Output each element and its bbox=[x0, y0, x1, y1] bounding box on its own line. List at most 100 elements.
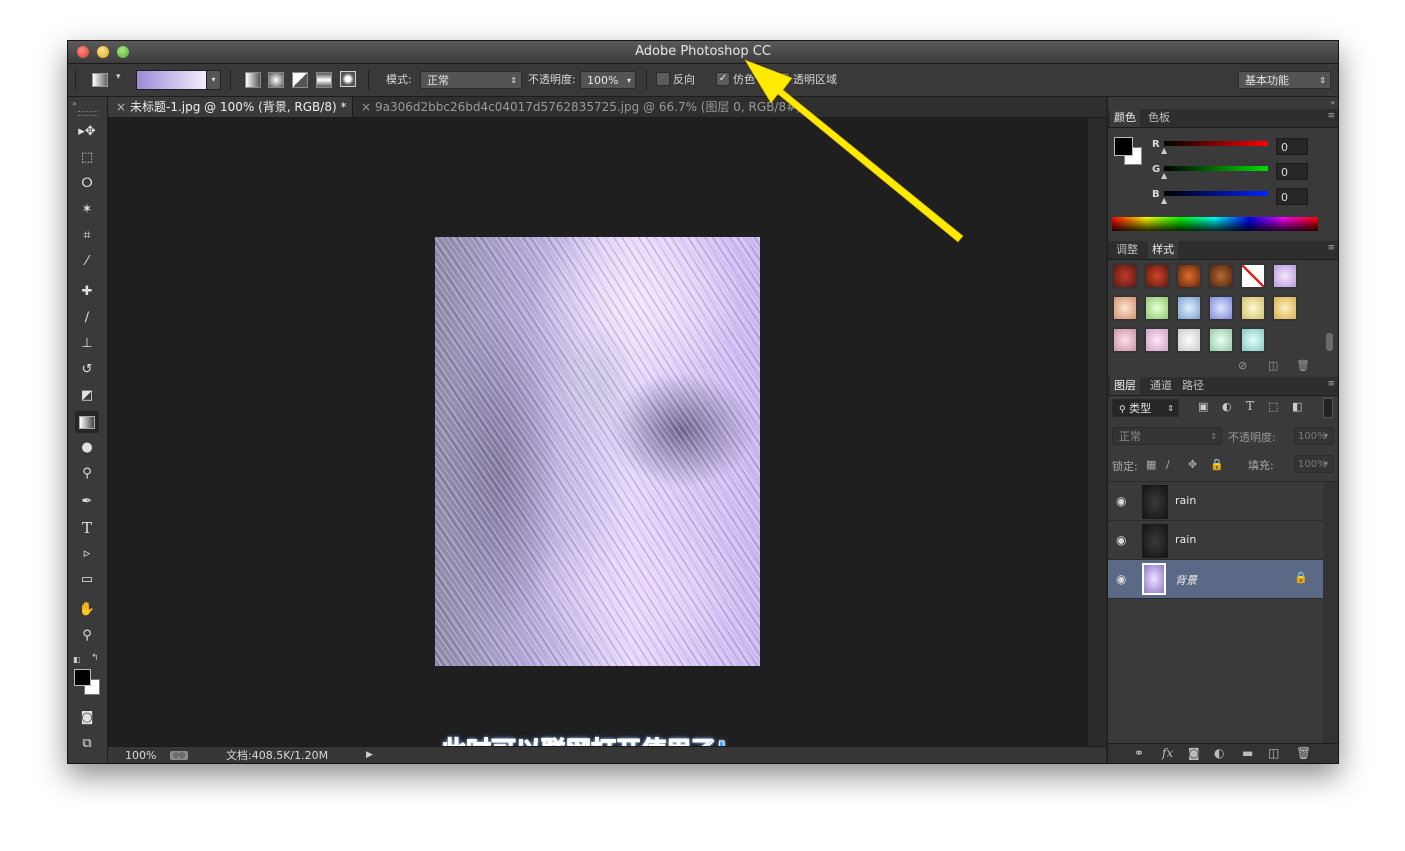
radial-gradient-icon[interactable] bbox=[268, 72, 284, 88]
swap-colors-icon[interactable]: ↰ bbox=[91, 653, 99, 663]
channel-g-slider[interactable] bbox=[1164, 166, 1268, 171]
tab-color[interactable]: 颜色 bbox=[1110, 109, 1140, 127]
preset-dropdown-arrow-icon[interactable]: ▾ bbox=[116, 72, 121, 82]
eyedropper-tool-icon[interactable]: ⁄ bbox=[75, 251, 99, 273]
crop-tool-icon[interactable]: ⌗ bbox=[75, 225, 99, 247]
type-tool-icon[interactable]: T bbox=[75, 517, 99, 539]
style-swatch[interactable] bbox=[1240, 327, 1266, 353]
style-swatch[interactable] bbox=[1144, 327, 1170, 353]
lasso-tool-icon[interactable]: ⵔ bbox=[75, 173, 99, 195]
tab-close-icon[interactable]: × bbox=[116, 97, 126, 117]
status-menu-arrow-icon[interactable]: ▶ bbox=[366, 747, 373, 763]
tab-channels[interactable]: 通道 bbox=[1150, 377, 1172, 395]
transparency-checkbox[interactable]: ✓ bbox=[776, 72, 790, 86]
slider-thumb-icon[interactable]: ▲ bbox=[1161, 146, 1167, 155]
opacity-field[interactable]: 100% ▾ bbox=[580, 71, 636, 89]
history-brush-tool-icon[interactable]: ↺ bbox=[75, 359, 99, 381]
style-swatch[interactable] bbox=[1112, 327, 1138, 353]
visibility-eye-icon[interactable]: ◉ bbox=[1116, 572, 1126, 586]
gradient-picker[interactable] bbox=[136, 70, 208, 90]
tab-paths[interactable]: 路径 bbox=[1182, 377, 1204, 395]
pen-tool-icon[interactable]: ✒ bbox=[75, 491, 99, 513]
panel-menu-icon[interactable]: ≡ bbox=[1327, 111, 1335, 121]
workspace-select[interactable]: 基本功能 ⇕ bbox=[1238, 71, 1331, 89]
lock-position-icon[interactable]: ✥ bbox=[1188, 458, 1197, 471]
foreground-color-swatch[interactable] bbox=[74, 669, 91, 686]
slider-thumb-icon[interactable]: ▲ bbox=[1161, 196, 1167, 205]
lock-transparent-icon[interactable]: ▦ bbox=[1146, 458, 1156, 471]
color-fg-swatch[interactable] bbox=[1114, 137, 1133, 156]
collapse-panel-icon[interactable]: » bbox=[72, 99, 77, 108]
channel-b-slider[interactable] bbox=[1164, 191, 1268, 196]
blend-mode-select[interactable]: 正常 ⇕ bbox=[1112, 427, 1222, 445]
tab-styles[interactable]: 样式 bbox=[1148, 241, 1178, 259]
layers-scrollbar[interactable] bbox=[1323, 482, 1338, 743]
reflected-gradient-icon[interactable] bbox=[316, 72, 332, 88]
quick-mask-icon[interactable]: ◙ bbox=[75, 707, 99, 729]
tab-adjustments[interactable]: 调整 bbox=[1116, 241, 1138, 259]
clone-stamp-tool-icon[interactable]: ⊥ bbox=[75, 333, 99, 355]
chevron-down-icon[interactable]: ▾ bbox=[1324, 427, 1334, 445]
layer-filter-select[interactable]: ⚲ 类型 ⇕ bbox=[1112, 399, 1179, 417]
eraser-tool-icon[interactable]: ◩ bbox=[75, 385, 99, 407]
blur-tool-icon[interactable]: ● bbox=[75, 437, 99, 459]
status-options-icon[interactable]: ◎◎ bbox=[170, 751, 188, 760]
default-colors-icon[interactable]: ◧ bbox=[73, 655, 81, 664]
reverse-checkbox[interactable] bbox=[656, 72, 670, 86]
channel-r-slider[interactable] bbox=[1164, 141, 1268, 146]
zoom-tool-icon[interactable]: ⚲ bbox=[75, 625, 99, 647]
path-selection-tool-icon[interactable]: ▹ bbox=[75, 543, 99, 565]
tab-layers[interactable]: 图层 bbox=[1110, 377, 1140, 395]
move-tool-icon[interactable]: ▸✥ bbox=[75, 121, 99, 143]
angle-gradient-icon[interactable] bbox=[292, 72, 308, 88]
style-swatch[interactable] bbox=[1112, 295, 1138, 321]
tab-swatches[interactable]: 色板 bbox=[1148, 109, 1170, 127]
vertical-scrollbar[interactable] bbox=[1088, 118, 1106, 746]
new-style-icon[interactable]: ◫ bbox=[1268, 359, 1278, 372]
channel-b-value[interactable]: 0 bbox=[1276, 188, 1308, 205]
tab-untitled[interactable]: × 未标题-1.jpg @ 100% (背景, RGB/8) * bbox=[108, 97, 353, 117]
visibility-eye-icon[interactable]: ◉ bbox=[1116, 533, 1126, 547]
marquee-tool-icon[interactable]: ⬚ bbox=[75, 147, 99, 169]
trash-icon[interactable]: 🗑 bbox=[1296, 359, 1310, 372]
trash-icon[interactable]: 🗑 bbox=[1296, 746, 1311, 760]
zoom-level[interactable]: 100% bbox=[125, 747, 156, 763]
style-swatch[interactable] bbox=[1208, 327, 1234, 353]
dodge-tool-icon[interactable]: ⚲ bbox=[75, 463, 99, 485]
panel-menu-icon[interactable]: ≡ bbox=[1327, 243, 1335, 253]
visibility-eye-icon[interactable]: ◉ bbox=[1116, 494, 1126, 508]
new-layer-icon[interactable]: ◫ bbox=[1268, 746, 1279, 760]
gradient-tool-preset-icon[interactable] bbox=[92, 73, 108, 87]
magic-wand-tool-icon[interactable]: ✶ bbox=[75, 199, 99, 221]
style-swatch[interactable] bbox=[1272, 263, 1298, 289]
mode-select[interactable]: 正常 ⇕ bbox=[420, 71, 522, 89]
canvas-viewport[interactable]: 此时可以联网打开使用了! bbox=[108, 118, 1088, 763]
channel-g-value[interactable]: 0 bbox=[1276, 163, 1308, 180]
style-swatch[interactable] bbox=[1144, 263, 1170, 289]
layer-row[interactable]: ◉ rain bbox=[1108, 482, 1323, 521]
styles-scrollbar-thumb[interactable] bbox=[1326, 333, 1333, 351]
collapse-panels-icon[interactable]: » bbox=[1330, 98, 1335, 107]
document-image[interactable] bbox=[435, 237, 760, 666]
filter-adjustment-icon[interactable]: ◐ bbox=[1222, 400, 1232, 413]
style-swatch[interactable] bbox=[1176, 263, 1202, 289]
healing-brush-tool-icon[interactable]: ✚ bbox=[75, 281, 99, 303]
style-swatch[interactable] bbox=[1176, 327, 1202, 353]
diamond-gradient-icon[interactable] bbox=[340, 71, 356, 87]
gradient-tool-icon[interactable] bbox=[75, 411, 99, 433]
linear-gradient-icon[interactable] bbox=[245, 72, 261, 88]
style-swatch[interactable] bbox=[1240, 295, 1266, 321]
style-swatch[interactable] bbox=[1272, 295, 1298, 321]
filter-toggle[interactable] bbox=[1323, 398, 1333, 418]
style-swatch[interactable] bbox=[1208, 295, 1234, 321]
layer-row-selected[interactable]: ◉ 背景 🔒 bbox=[1108, 560, 1323, 599]
color-spectrum-bar[interactable] bbox=[1112, 217, 1318, 231]
tab-close-icon[interactable]: × bbox=[361, 97, 371, 117]
tab-9a306d2[interactable]: × 9a306d2bbc26bd4c04017d5762835725.jpg @… bbox=[353, 97, 801, 117]
style-swatch[interactable] bbox=[1112, 263, 1138, 289]
channel-r-value[interactable]: 0 bbox=[1276, 138, 1308, 155]
style-swatch[interactable] bbox=[1144, 295, 1170, 321]
lock-image-icon[interactable]: ∕ bbox=[1166, 458, 1170, 471]
brush-tool-icon[interactable]: ∕ bbox=[75, 307, 99, 329]
add-mask-icon[interactable]: ◙ bbox=[1188, 746, 1200, 760]
